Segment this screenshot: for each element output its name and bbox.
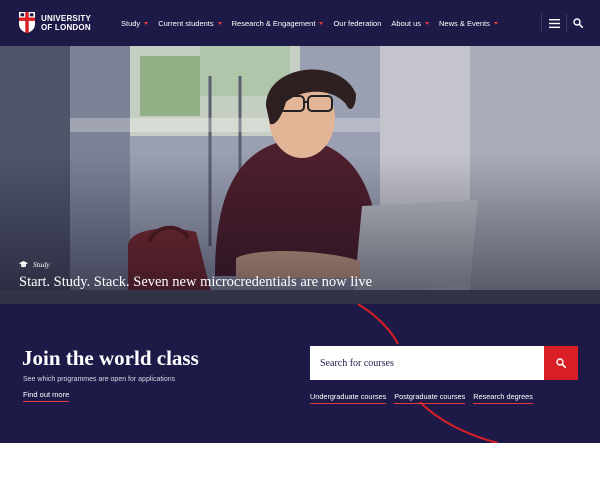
university-crest-icon — [19, 12, 35, 33]
header-divider — [566, 14, 567, 32]
course-search-box — [310, 346, 544, 380]
nav-item-label: Current students — [158, 18, 214, 28]
menu-button[interactable] — [545, 14, 563, 32]
course-search-button[interactable] — [544, 346, 578, 380]
course-links: Undergraduate courses Postgraduate cours… — [310, 392, 541, 404]
chevron-down-icon — [144, 22, 149, 25]
hero-banner[interactable]: Study Start. Study. Stack. Seven new mic… — [0, 46, 600, 304]
section-heading: Join the world class — [22, 346, 199, 370]
course-search-section: Join the world class See which programme… — [0, 304, 600, 443]
university-logo[interactable]: UNIVERSITY OF LONDON — [18, 11, 91, 34]
chevron-down-icon — [319, 22, 324, 25]
nav-item-label: Our federation — [333, 18, 382, 28]
hero-headline-link[interactable]: Start. Study. Stack. Seven new microcred… — [19, 274, 372, 291]
main-nav: Study Current students Research & Engage… — [121, 0, 508, 46]
search-icon — [556, 358, 566, 368]
nav-item-current-students[interactable]: Current students — [158, 18, 222, 28]
logo-line-2: OF LONDON — [41, 22, 91, 32]
section-subtitle: See which programmes are open for applic… — [23, 376, 176, 383]
hamburger-menu-icon — [548, 18, 560, 28]
nav-item-study[interactable]: Study — [121, 18, 149, 28]
nav-item-label: Study — [121, 18, 141, 28]
research-degrees-link[interactable]: Research degrees — [473, 392, 533, 404]
nav-item-our-federation[interactable]: Our federation — [333, 19, 381, 28]
undergraduate-courses-link[interactable]: Undergraduate courses — [310, 392, 387, 404]
postgraduate-courses-link[interactable]: Postgraduate courses — [394, 392, 466, 404]
chevron-down-icon — [425, 22, 430, 25]
nav-item-research-engagement[interactable]: Research & Engagement — [232, 19, 324, 28]
find-out-more-link[interactable]: Find out more — [23, 390, 70, 402]
nav-item-label: Research & Engagement — [231, 18, 316, 28]
logo-wordmark: UNIVERSITY OF LONDON — [41, 14, 91, 32]
header-divider — [541, 14, 542, 32]
nav-item-label: About us — [391, 18, 422, 28]
course-search-input[interactable] — [310, 346, 544, 380]
hero-category: Study — [19, 260, 50, 269]
chevron-down-icon — [217, 22, 222, 25]
graduation-cap-icon — [19, 261, 28, 268]
logo-line-1: UNIVERSITY — [41, 13, 92, 23]
chevron-down-icon — [493, 22, 498, 25]
search-icon — [573, 18, 583, 28]
hero-category-label: Study — [33, 260, 50, 269]
nav-item-news-events[interactable]: News & Events — [439, 19, 498, 28]
header-search-button[interactable] — [569, 14, 587, 32]
nav-item-about-us[interactable]: About us — [391, 18, 430, 28]
nav-item-label: News & Events — [439, 18, 490, 28]
site-header: UNIVERSITY OF LONDON Study Current stude… — [0, 0, 600, 46]
